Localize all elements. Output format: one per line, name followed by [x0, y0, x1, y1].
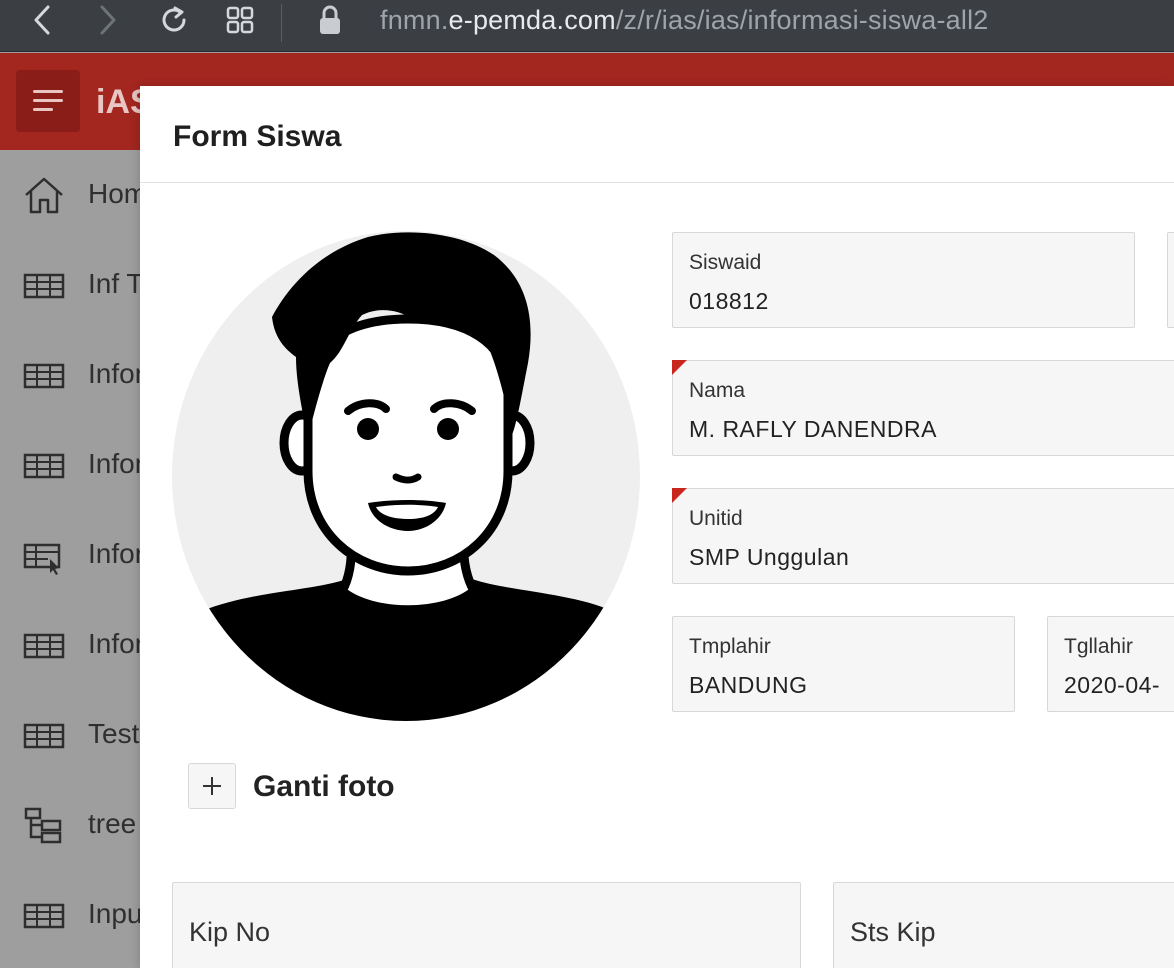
forward-icon[interactable] — [92, 0, 124, 40]
table-icon — [23, 453, 65, 479]
sts-kip-label: Sts Kip — [850, 917, 936, 947]
change-photo-button[interactable] — [188, 763, 236, 809]
unitid-value: SMP Unggulan — [689, 544, 850, 570]
tmplahir-field[interactable]: Tmplahir BANDUNG — [672, 616, 1015, 712]
table-icon — [23, 363, 65, 389]
adjacent-field[interactable] — [1167, 232, 1174, 328]
menu-toggle-button[interactable] — [16, 70, 80, 132]
dialog-header: Form Siswa — [140, 86, 1174, 183]
sidebar-item-label: tree — [88, 808, 137, 839]
kip-no-label: Kip No — [189, 917, 271, 947]
form-siswa-dialog: Form Siswa Ganti foto Siswaid 018812 Nam… — [140, 86, 1174, 968]
tmplahir-label: Tmplahir — [689, 635, 771, 658]
sidebar-item-informasi-2[interactable]: Infor — [0, 420, 140, 510]
required-marker — [672, 360, 687, 375]
student-avatar-image — [172, 231, 640, 721]
browser-toolbar: fnmn.e-pemda.com/z/r/ias/ias/informasi-s… — [0, 0, 1174, 52]
sidebar-item-label: Infor — [88, 538, 140, 569]
sidebar-item-home[interactable]: Hom — [0, 150, 140, 240]
table-cursor-icon — [23, 543, 61, 575]
sidebar-item-label: Inpu — [88, 898, 140, 929]
lock-icon — [314, 0, 346, 40]
home-icon — [25, 177, 63, 214]
dialog-title: Form Siswa — [173, 120, 342, 153]
table-icon — [23, 903, 65, 929]
sts-kip-field[interactable]: Sts Kip — [833, 882, 1174, 968]
sidebar-item-inf-t[interactable]: Inf T — [0, 240, 140, 330]
siswaid-field[interactable]: Siswaid 018812 — [672, 232, 1135, 328]
table-icon — [23, 633, 65, 659]
toolbar-divider — [281, 4, 282, 42]
tabs-grid-icon[interactable] — [222, 0, 258, 40]
sidebar-item-informasi-4[interactable]: Infor — [0, 600, 140, 690]
sidebar-item-label: Infor — [88, 628, 140, 659]
change-photo-label: Ganti foto — [253, 770, 395, 803]
sidebar-item-label: Infor — [88, 358, 140, 389]
url-prefix: fnmn. — [380, 5, 449, 35]
hamburger-icon — [33, 90, 63, 111]
unitid-field[interactable]: Unitid SMP Unggulan — [672, 488, 1174, 584]
sidebar-item-label: Test — [88, 718, 140, 749]
nama-value: M. RAFLY DANENDRA — [689, 416, 937, 442]
reload-icon[interactable] — [156, 0, 192, 40]
sidebar-item-tree[interactable]: tree — [0, 780, 140, 870]
sidebar-item-test[interactable]: Test — [0, 690, 140, 780]
tmplahir-value: BANDUNG — [689, 672, 808, 698]
url-host: e-pemda.com — [448, 5, 616, 35]
nama-label: Nama — [689, 379, 746, 402]
sidebar-item-informasi-1[interactable]: Infor — [0, 330, 140, 420]
sidebar-item-label: Hom — [88, 178, 140, 209]
tree-icon — [24, 807, 62, 844]
sidebar-item-label: Infor — [88, 448, 140, 479]
sidebar-item-informasi-3[interactable]: Infor — [0, 510, 140, 600]
plus-icon — [203, 777, 221, 795]
siswaid-label: Siswaid — [689, 251, 762, 274]
table-icon — [23, 273, 65, 299]
address-bar[interactable]: fnmn.e-pemda.com/z/r/ias/ias/informasi-s… — [380, 2, 989, 38]
back-icon[interactable] — [26, 0, 58, 40]
sidebar-item-label: Inf T — [88, 268, 140, 299]
table-icon — [23, 723, 65, 749]
siswaid-value: 018812 — [689, 288, 769, 314]
tgllahir-field[interactable]: Tgllahir 2020-04- — [1047, 616, 1174, 712]
nama-field[interactable]: Nama M. RAFLY DANENDRA — [672, 360, 1174, 456]
tgllahir-label: Tgllahir — [1064, 635, 1133, 658]
url-path: /z/r/ias/ias/informasi-siswa-all2 — [615, 5, 989, 35]
sidebar-item-input[interactable]: Inpu — [0, 870, 140, 960]
unitid-label: Unitid — [689, 507, 743, 530]
required-marker — [672, 488, 687, 503]
side-navigation: Hom Inf T Infor Infor Infor Infor Test t… — [0, 150, 140, 968]
tgllahir-value: 2020-04- — [1064, 672, 1161, 698]
kip-no-field[interactable]: Kip No — [172, 882, 801, 968]
